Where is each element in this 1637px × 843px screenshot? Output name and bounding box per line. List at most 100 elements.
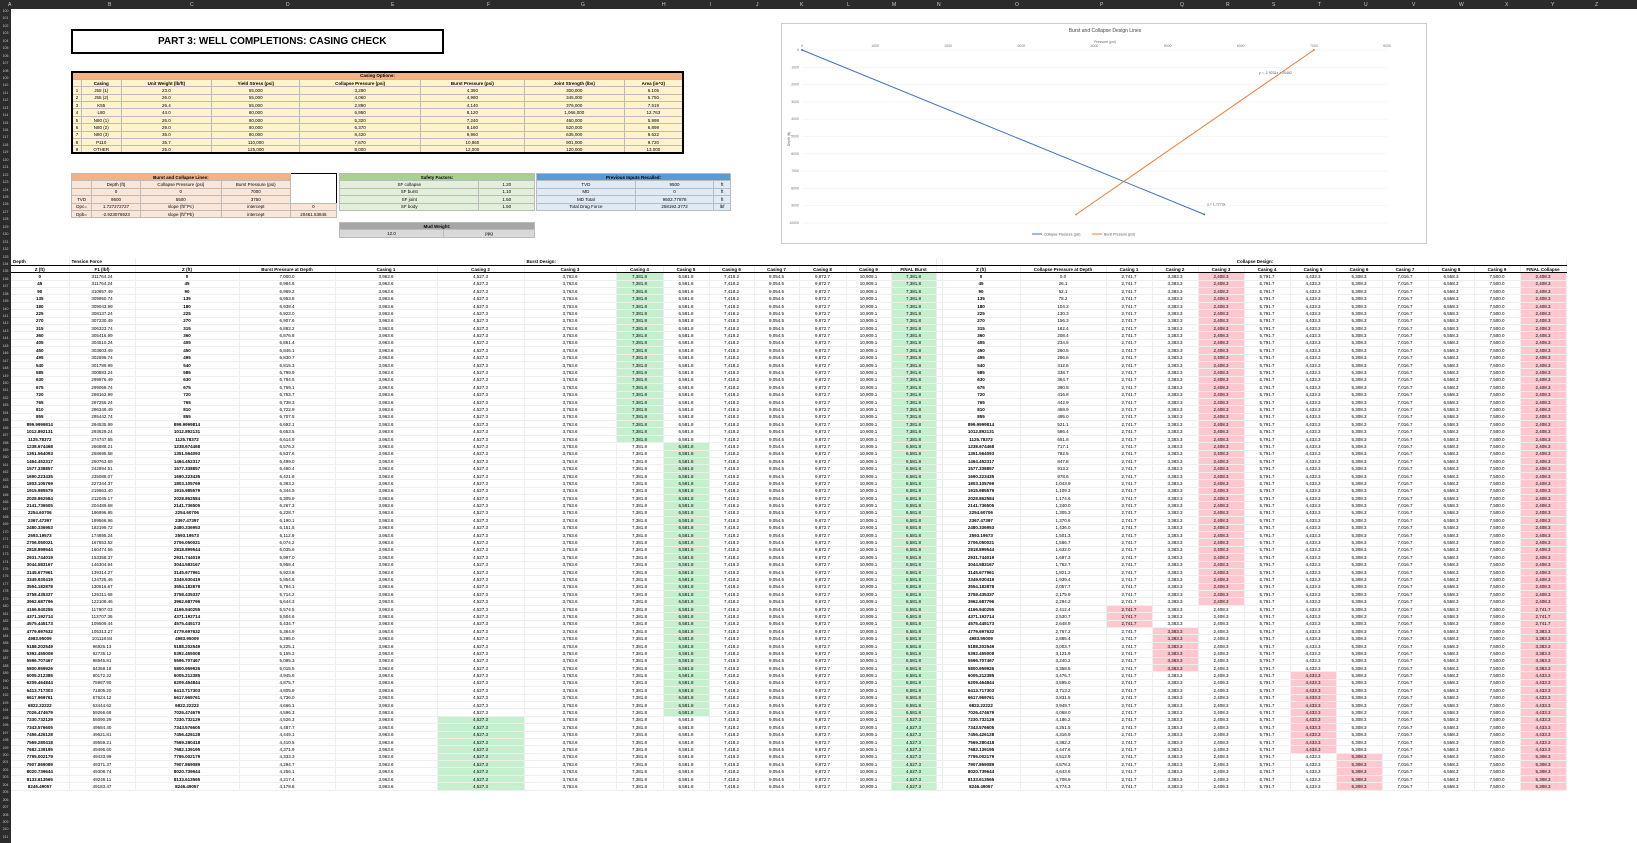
grid-cell[interactable]: 6,558.3 (1428, 561, 1475, 569)
grid-cell[interactable]: 4,527.3 (437, 731, 525, 739)
grid-cell[interactable]: 139314.27 (69, 568, 136, 577)
grid-cell[interactable]: 196996.95 (69, 509, 136, 518)
grid-cell[interactable]: 3,763.6 (524, 472, 617, 481)
grid-cell[interactable]: 45 (942, 280, 1021, 289)
grid-cell[interactable]: 6,581.8 (663, 649, 710, 658)
grid-cell[interactable]: 5,791.7 (1244, 472, 1291, 481)
grid-cell[interactable]: 3,383.3 (1152, 450, 1199, 459)
grid-cell[interactable]: 4,527.3 (437, 442, 525, 451)
grid-cell[interactable]: 160474.56 (69, 546, 136, 555)
grid-cell[interactable]: 2,741.7 (1106, 324, 1153, 333)
grid-cell[interactable]: 5,308.3 (1336, 716, 1383, 725)
grid-cell[interactable]: 6,581.8 (663, 575, 710, 584)
grid-cell[interactable]: 5,791.7 (1244, 376, 1291, 385)
grid-cell[interactable]: 6,558.3 (1428, 627, 1475, 636)
grid-cell[interactable]: 5,308.3 (1336, 568, 1383, 577)
column-letter[interactable]: K (800, 2, 803, 8)
grid-cell[interactable]: 7,418.2 (709, 642, 755, 651)
grid-cell[interactable]: 2,408.3 (1520, 331, 1567, 340)
grid-cell[interactable]: 3,963.6 (335, 546, 438, 555)
grid-cell[interactable]: 9,054.5 (754, 568, 800, 577)
grid-cell[interactable]: 2367.47397 (135, 516, 240, 525)
row-number[interactable]: 190 (0, 679, 11, 683)
grid-cell[interactable]: 7,500.0 (1474, 391, 1521, 399)
grid-cell[interactable]: 7,016.7 (1382, 716, 1429, 725)
grid-cell[interactable]: 126311.68 (69, 590, 136, 599)
series-point[interactable] (1312, 49, 1315, 51)
grid-cell[interactable]: 3,963.6 (335, 649, 438, 658)
row-number[interactable]: 164 (0, 485, 11, 489)
grid-cell[interactable]: 4,433.3 (1290, 354, 1337, 362)
grid-cell[interactable]: 7,418.2 (709, 464, 755, 473)
grid-cell[interactable]: 6617.969761 (942, 694, 1021, 702)
grid-cell[interactable]: 3,383.3 (1152, 686, 1199, 695)
grid-cell[interactable]: 1,174.6 (1020, 494, 1107, 503)
table-cell[interactable]: 300,000 (523, 86, 625, 95)
grid-cell[interactable]: 10,909.1 (846, 760, 892, 769)
grid-cell[interactable]: 9,054.5 (754, 302, 800, 311)
grid-cell[interactable]: 6,581.8 (663, 309, 710, 318)
grid-cell[interactable]: 174895.24 (69, 531, 136, 540)
grid-cell[interactable]: 2,408.3 (1520, 287, 1567, 296)
grid-cell[interactable]: 405 (942, 339, 1021, 348)
grid-cell[interactable]: 7,381.8 (891, 317, 937, 326)
grid-cell[interactable]: 9,054.5 (754, 405, 800, 414)
grid-cell[interactable]: 3,383.3 (1152, 376, 1199, 385)
grid-cell[interactable]: 9,054.5 (754, 664, 800, 673)
grid-cell[interactable]: 7,500.0 (1474, 657, 1521, 666)
grid-cell[interactable]: 7,381.8 (616, 464, 664, 473)
grid-cell[interactable]: 250763.69 (69, 457, 136, 466)
grid-cell[interactable]: 2,741.7 (1106, 738, 1153, 747)
grid-cell[interactable]: 9,872.7 (799, 634, 847, 643)
grid-cell[interactable]: 978.6 (1020, 472, 1107, 481)
grid-cell[interactable]: 2,408.3 (1198, 457, 1245, 466)
grid-cell[interactable]: 4,433.3 (1290, 472, 1337, 481)
grid-cell[interactable]: 9,872.7 (799, 575, 847, 584)
grid-cell[interactable]: 2,741.7 (1106, 723, 1153, 732)
grid-cell[interactable]: 4,433.3 (1290, 657, 1337, 666)
grid-cell[interactable]: 4,433.3 (1290, 435, 1337, 444)
table-cell[interactable]: 6.105 (623, 86, 684, 95)
column-letter[interactable]: U (1364, 2, 1368, 8)
grid-cell[interactable]: 7,500.0 (1474, 568, 1521, 577)
grid-cell[interactable]: 7,381.8 (616, 583, 664, 592)
grid-cell[interactable]: 7,418.2 (709, 716, 755, 725)
grid-cell[interactable]: 49559.21 (69, 738, 136, 747)
grid-cell[interactable]: 2,408.3 (1198, 716, 1245, 725)
grid-cell[interactable]: 6,537.6 (239, 450, 336, 459)
grid-cell[interactable]: 4,512.9 (1020, 753, 1107, 762)
grid-cell[interactable]: 5,791.7 (1244, 782, 1291, 791)
grid-cell[interactable]: 3044.583167 (942, 561, 1021, 569)
grid-cell[interactable]: 4,527.3 (891, 716, 937, 725)
grid-cell[interactable]: 5,791.7 (1244, 309, 1291, 318)
grid-cell[interactable]: 315 (942, 324, 1021, 333)
grid-cell[interactable]: 6,499.0 (239, 457, 336, 466)
grid-cell[interactable]: 189566.96 (69, 516, 136, 525)
grid-cell[interactable]: 5,791.7 (1244, 531, 1291, 540)
grid-cell[interactable]: 10,909.1 (846, 309, 892, 318)
grid-cell[interactable]: 7,016.7 (1382, 745, 1429, 754)
grid-cell[interactable]: 9,054.5 (754, 694, 800, 702)
grid-cell[interactable]: 5,791.7 (1244, 280, 1291, 289)
grid-cell[interactable]: 2,741.7 (1106, 553, 1153, 562)
grid-cell[interactable]: 7,381.8 (616, 435, 664, 444)
grid-cell[interactable]: 10,909.1 (846, 708, 892, 717)
grid-cell[interactable]: 3,383.3 (1152, 671, 1199, 680)
column-letter[interactable]: R (1226, 2, 1230, 8)
grid-cell[interactable]: 7,016.7 (1382, 302, 1429, 311)
row-number[interactable]: 114 (0, 113, 11, 117)
grid-cell[interactable]: 3,963.6 (335, 501, 438, 510)
grid-cell[interactable]: 298162.99 (69, 391, 136, 399)
grid-cell[interactable]: 10,909.1 (846, 280, 892, 289)
grid-cell[interactable]: 7,418.2 (709, 472, 755, 481)
row-number[interactable]: 101 (0, 16, 11, 20)
grid-cell[interactable]: 7,500.0 (1474, 472, 1521, 481)
grid-cell[interactable]: 10,909.1 (846, 745, 892, 754)
table-cell[interactable]: 345,000 (523, 93, 625, 103)
grid-cell[interactable]: 4,526.3 (239, 716, 336, 725)
column-header[interactable]: F1 (lbf) (69, 265, 136, 274)
grid-cell[interactable]: 3,763.6 (524, 272, 617, 281)
table-cell[interactable]: J55 (2) (80, 93, 122, 103)
grid-cell[interactable]: 3,383.3 (1152, 368, 1199, 377)
grid-cell[interactable]: 2,741.7 (1106, 627, 1153, 636)
